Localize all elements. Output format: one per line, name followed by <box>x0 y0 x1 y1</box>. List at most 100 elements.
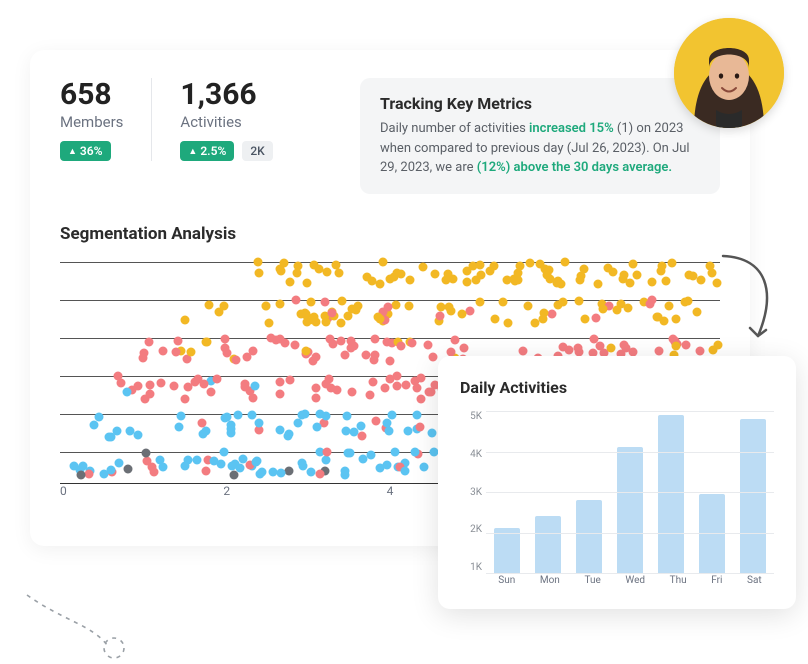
scatter-point <box>158 462 167 471</box>
scatter-point <box>247 410 256 419</box>
scatter-point <box>574 347 583 356</box>
scatter-point <box>286 375 295 384</box>
avatar[interactable] <box>674 18 784 128</box>
scatter-point <box>227 425 236 434</box>
scatter-point <box>107 465 116 474</box>
scatter-point <box>285 277 294 286</box>
scatter-point <box>681 297 690 306</box>
bar[interactable] <box>658 415 684 573</box>
scatter-point <box>269 468 278 477</box>
scatter-point <box>302 346 311 355</box>
bar[interactable] <box>740 419 766 573</box>
y-tick: 4K <box>460 449 482 460</box>
scatter-point <box>347 387 356 396</box>
scatter-point <box>309 261 318 270</box>
scatter-point <box>276 390 285 399</box>
x-tick: 2 <box>223 484 230 506</box>
scatter-point <box>177 411 186 420</box>
bar[interactable] <box>535 516 561 573</box>
scatter-point <box>392 371 401 380</box>
scatter-point <box>281 338 290 347</box>
scatter-point <box>334 269 343 278</box>
scatter-point <box>524 302 533 311</box>
x-tick: Fri <box>711 575 722 591</box>
scatter-point <box>172 348 181 357</box>
scatter-point <box>169 381 178 390</box>
scatter-point <box>321 412 330 421</box>
scatter-point <box>140 348 149 357</box>
scatter-point <box>253 457 262 466</box>
insight-highlight-2: (12%) above the 30 days average. <box>477 160 672 175</box>
scatter-point <box>350 427 359 436</box>
scatter-point <box>525 258 534 267</box>
scatter-point <box>429 447 438 456</box>
bar[interactable] <box>617 447 643 573</box>
x-tick: Thu <box>670 575 687 591</box>
scatter-point <box>416 374 425 383</box>
scatter-point <box>183 382 192 391</box>
daily-y-axis: 5K4K3K2K1K <box>460 411 486 591</box>
scatter-point <box>114 458 123 467</box>
scatter-point <box>174 336 183 345</box>
scatter-point <box>340 466 349 475</box>
scatter-point <box>262 302 271 311</box>
scatter-point <box>375 280 384 289</box>
x-tick: 4 <box>387 484 394 506</box>
scatter-point <box>357 431 366 440</box>
y-tick: 1K <box>460 562 482 573</box>
scatter-point <box>229 470 238 479</box>
stat-members: 658 Members 36% <box>60 78 151 161</box>
scatter-point <box>577 271 586 280</box>
scatter-point <box>140 394 149 403</box>
scatter-point <box>277 469 286 478</box>
scatter-point <box>381 384 390 393</box>
scatter-point <box>672 314 681 323</box>
scatter-point <box>221 414 230 423</box>
x-tick: Sun <box>498 575 515 591</box>
scatter-point <box>316 470 325 479</box>
scatter-point <box>404 427 413 436</box>
scatter-point <box>340 350 349 359</box>
x-tick: Mon <box>540 575 560 591</box>
scatter-point <box>410 447 419 456</box>
stat-activities-label: Activities <box>180 113 272 131</box>
scatter-point <box>327 309 336 318</box>
scatter-point <box>458 310 467 319</box>
bar[interactable] <box>576 500 602 573</box>
scatter-point <box>408 339 417 348</box>
scatter-point <box>349 342 358 351</box>
scatter-point <box>685 270 694 279</box>
scatter-point <box>298 411 307 420</box>
scatter-point <box>145 337 154 346</box>
scatter-point <box>392 300 401 309</box>
bar[interactable] <box>494 528 520 573</box>
scatter-point <box>133 382 142 391</box>
insight-title: Tracking Key Metrics <box>380 94 700 113</box>
scatter-point <box>379 258 388 267</box>
scatter-point <box>332 385 341 394</box>
scatter-point <box>285 466 294 475</box>
decorative-dashed-icon <box>22 590 152 660</box>
scatter-point <box>210 456 219 465</box>
scatter-point <box>343 449 352 458</box>
y-tick: 3K <box>460 487 482 498</box>
scatter-point <box>623 304 632 313</box>
scatter-point <box>652 312 661 321</box>
stat-activities: 1,366 Activities 2.5% 2K <box>151 78 300 161</box>
scatter-point <box>323 447 332 456</box>
scatter-point <box>293 262 302 271</box>
scatter-point <box>254 418 263 427</box>
scatter-point <box>443 270 452 279</box>
scatter-point <box>426 387 435 396</box>
scatter-point <box>385 427 394 436</box>
scatter-point <box>336 318 345 327</box>
scatter-point <box>313 423 322 432</box>
bar[interactable] <box>699 494 725 573</box>
scatter-point <box>296 309 305 318</box>
scatter-point <box>654 347 663 356</box>
scatter-point <box>291 296 300 305</box>
scatter-point <box>531 318 540 327</box>
scatter-point <box>383 337 392 346</box>
scatter-point <box>375 464 384 473</box>
scatter-point <box>383 418 392 427</box>
